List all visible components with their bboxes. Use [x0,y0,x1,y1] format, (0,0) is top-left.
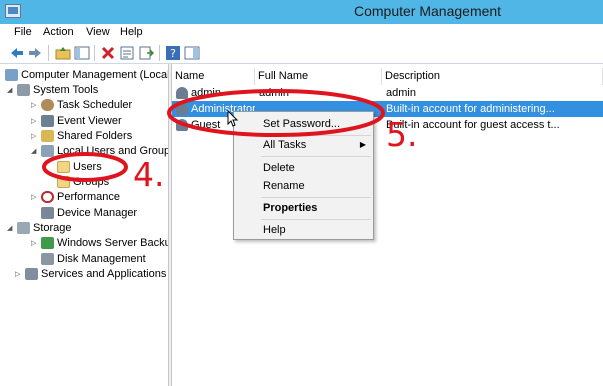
tree-item-computer-management[interactable]: Computer Management (Local [5,68,168,83]
menu-item-all-tasks-label: All Tasks [263,139,307,151]
delete-icon[interactable] [100,45,116,61]
tree-item-users[interactable]: Users [55,160,102,175]
menu-item-properties[interactable]: Properties [235,199,372,217]
tree-item-shared-folders[interactable]: ▷ Shared Folders [31,129,132,144]
event-viewer-icon [41,115,54,127]
expand-icon[interactable]: ▷ [31,98,39,113]
menu-view[interactable]: View [86,26,110,38]
submenu-arrow-icon: ▶ [359,140,366,149]
user-full-name: admin [259,87,289,99]
tree-item-storage[interactable]: ◢ Storage [7,221,72,236]
menu-separator [261,219,371,220]
back-arrow-icon[interactable] [9,45,25,61]
tree-item-task-scheduler[interactable]: ▷ Task Scheduler [31,98,132,113]
collapse-icon[interactable]: ◢ [7,83,15,98]
toolbar-separator [48,45,49,61]
menu-action[interactable]: Action [43,26,74,38]
annotation-step-5: 5. [386,115,418,154]
table-row[interactable]: admin admin admin [172,85,603,101]
tree-item-device-manager[interactable]: Device Manager [39,206,137,221]
user-icon [176,87,188,99]
tree-item-event-viewer[interactable]: ▷ Event Viewer [31,114,122,129]
column-header-full-name[interactable]: Full Name [255,68,382,85]
user-icon [176,103,188,115]
column-header-description[interactable]: Description [382,68,603,85]
mouse-cursor-icon [227,110,239,127]
menu-item-set-password[interactable]: Set Password... [235,115,372,133]
tree-item-performance[interactable]: ▷ Performance [31,190,120,205]
tree-item-groups[interactable]: Groups [55,175,109,190]
expand-icon[interactable]: ▷ [31,190,39,205]
column-header-name[interactable]: Name [172,68,255,85]
shared-folder-icon [41,130,54,142]
tools-icon [17,84,30,96]
performance-icon [41,191,54,203]
toolbar: ? [0,42,603,64]
tree-item-windows-server-backup[interactable]: ▷ Windows Server Backup [31,236,168,251]
action-pane-icon[interactable] [184,45,200,61]
expand-icon[interactable]: ▷ [31,236,39,251]
computer-icon [5,69,18,81]
backup-icon [41,237,54,249]
menu-item-rename[interactable]: Rename [235,177,372,195]
expand-icon[interactable]: ▷ [31,129,39,144]
menu-file[interactable]: File [14,26,32,38]
menu-item-delete[interactable]: Delete [235,159,372,177]
menu-help[interactable]: Help [120,26,143,38]
collapse-icon[interactable]: ◢ [7,221,15,236]
console-tree: Computer Management (Local ◢ System Tools… [5,67,168,386]
user-name: admin [191,87,221,99]
expand-icon[interactable]: ▷ [15,267,23,282]
expand-icon[interactable]: ▷ [31,114,39,129]
user-icon [176,119,188,131]
services-icon [25,268,38,280]
folder-icon [57,176,70,188]
user-description: admin [386,87,416,99]
tree-item-services-and-applications[interactable]: ▷ Services and Applications [15,267,166,282]
tree-item-disk-management[interactable]: Disk Management [39,252,146,267]
export-list-icon[interactable] [138,45,154,61]
properties-icon[interactable] [119,45,135,61]
title-bar: Computer Management [0,0,603,24]
svg-text:?: ? [170,47,176,60]
disk-icon [41,253,54,265]
user-description: Built-in account for guest access t... [386,119,560,131]
computer-management-icon [5,4,21,18]
collapse-icon[interactable]: ◢ [31,144,39,159]
window-title: Computer Management [354,3,502,19]
users-group-icon [41,145,54,157]
up-folder-icon[interactable] [55,45,71,61]
annotation-step-4: 4. [133,155,165,194]
device-manager-icon [41,207,54,219]
forward-arrow-icon[interactable] [27,45,43,61]
toolbar-separator [159,45,160,61]
menu-bar: File Action View Help [0,24,603,42]
user-name: Guest [191,119,221,131]
tree-item-system-tools[interactable]: ◢ System Tools [7,83,98,98]
menu-separator [261,197,371,198]
clock-icon [41,99,54,111]
menu-item-all-tasks[interactable]: All Tasks ▶ [235,136,372,154]
help-icon[interactable]: ? [165,45,181,61]
context-menu: Set Password... All Tasks ▶ Delete Renam… [233,111,374,240]
folder-icon [57,161,70,173]
menu-item-help[interactable]: Help [235,221,372,239]
show-hide-tree-icon[interactable] [74,45,90,61]
user-description: Built-in account for administering... [386,103,555,115]
storage-icon [17,222,30,234]
toolbar-separator [94,45,95,61]
menu-separator [261,156,371,157]
